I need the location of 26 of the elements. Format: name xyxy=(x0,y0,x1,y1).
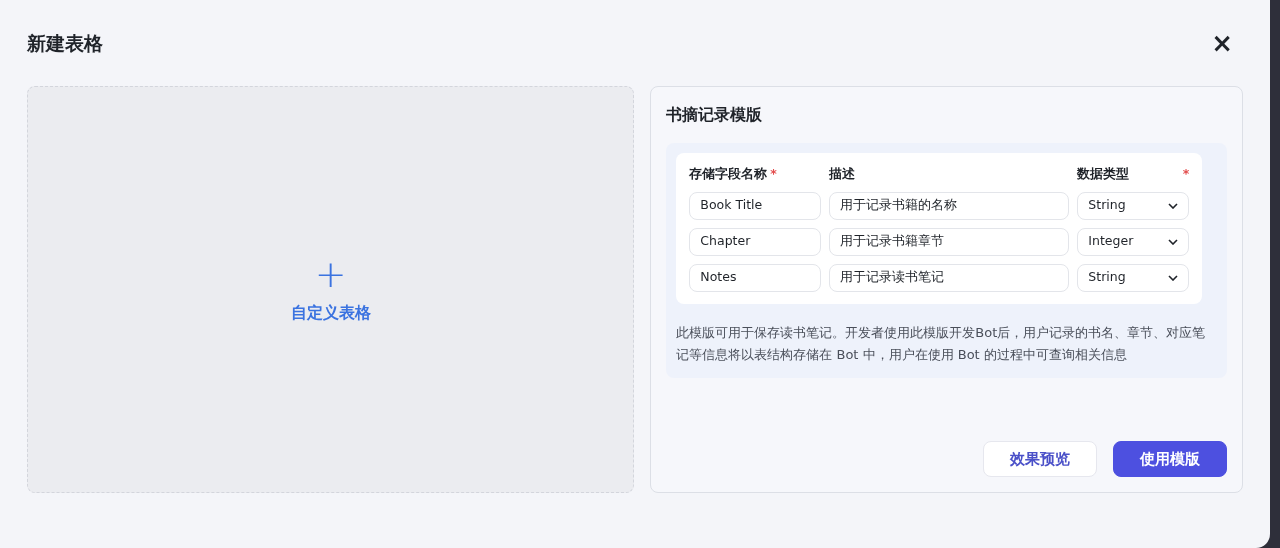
template-description: 此模版可用于保存读书笔记。开发者使用此模版开发Bot后，用户记录的书名、章节、对应笔记等信息将以表结构存储在 Bot 中，用户在使用 Bot 的过程中可查询相关信息 xyxy=(676,323,1207,364)
custom-table-label: 自定义表格 xyxy=(290,301,371,324)
chevron-down-icon xyxy=(1168,202,1179,209)
required-mark: * xyxy=(1182,165,1190,183)
description-input[interactable]: 用于记录书籍章节 xyxy=(829,227,1070,256)
plus-icon: + xyxy=(314,254,347,293)
chevron-down-icon xyxy=(1168,238,1179,245)
close-button[interactable]: × xyxy=(1201,30,1243,56)
use-template-button[interactable]: 使用模版 xyxy=(1113,440,1227,477)
type-select[interactable]: String xyxy=(1077,191,1190,220)
dialog-title: 新建表格 xyxy=(27,30,103,56)
field-name-input[interactable]: Chapter xyxy=(689,227,822,256)
field-name-input[interactable]: Book Title xyxy=(689,191,822,220)
column-header: 描述 xyxy=(829,165,856,183)
required-mark: * xyxy=(770,165,777,183)
column-header: 存储字段名称 xyxy=(689,165,768,183)
custom-table-tile[interactable]: + 自定义表格 xyxy=(27,86,635,493)
column-header: 数据类型 xyxy=(1077,165,1130,183)
type-select[interactable]: String xyxy=(1077,263,1190,292)
template-title: 书摘记录模版 xyxy=(666,104,764,126)
preview-button[interactable]: 效果预览 xyxy=(983,440,1097,477)
chevron-down-icon xyxy=(1168,274,1179,281)
description-input[interactable]: 用于记录书籍的名称 xyxy=(829,191,1070,220)
field-name-input[interactable]: Notes xyxy=(689,263,822,292)
description-input[interactable]: 用于记录读书笔记 xyxy=(829,263,1070,292)
type-select[interactable]: Integer xyxy=(1077,227,1190,256)
